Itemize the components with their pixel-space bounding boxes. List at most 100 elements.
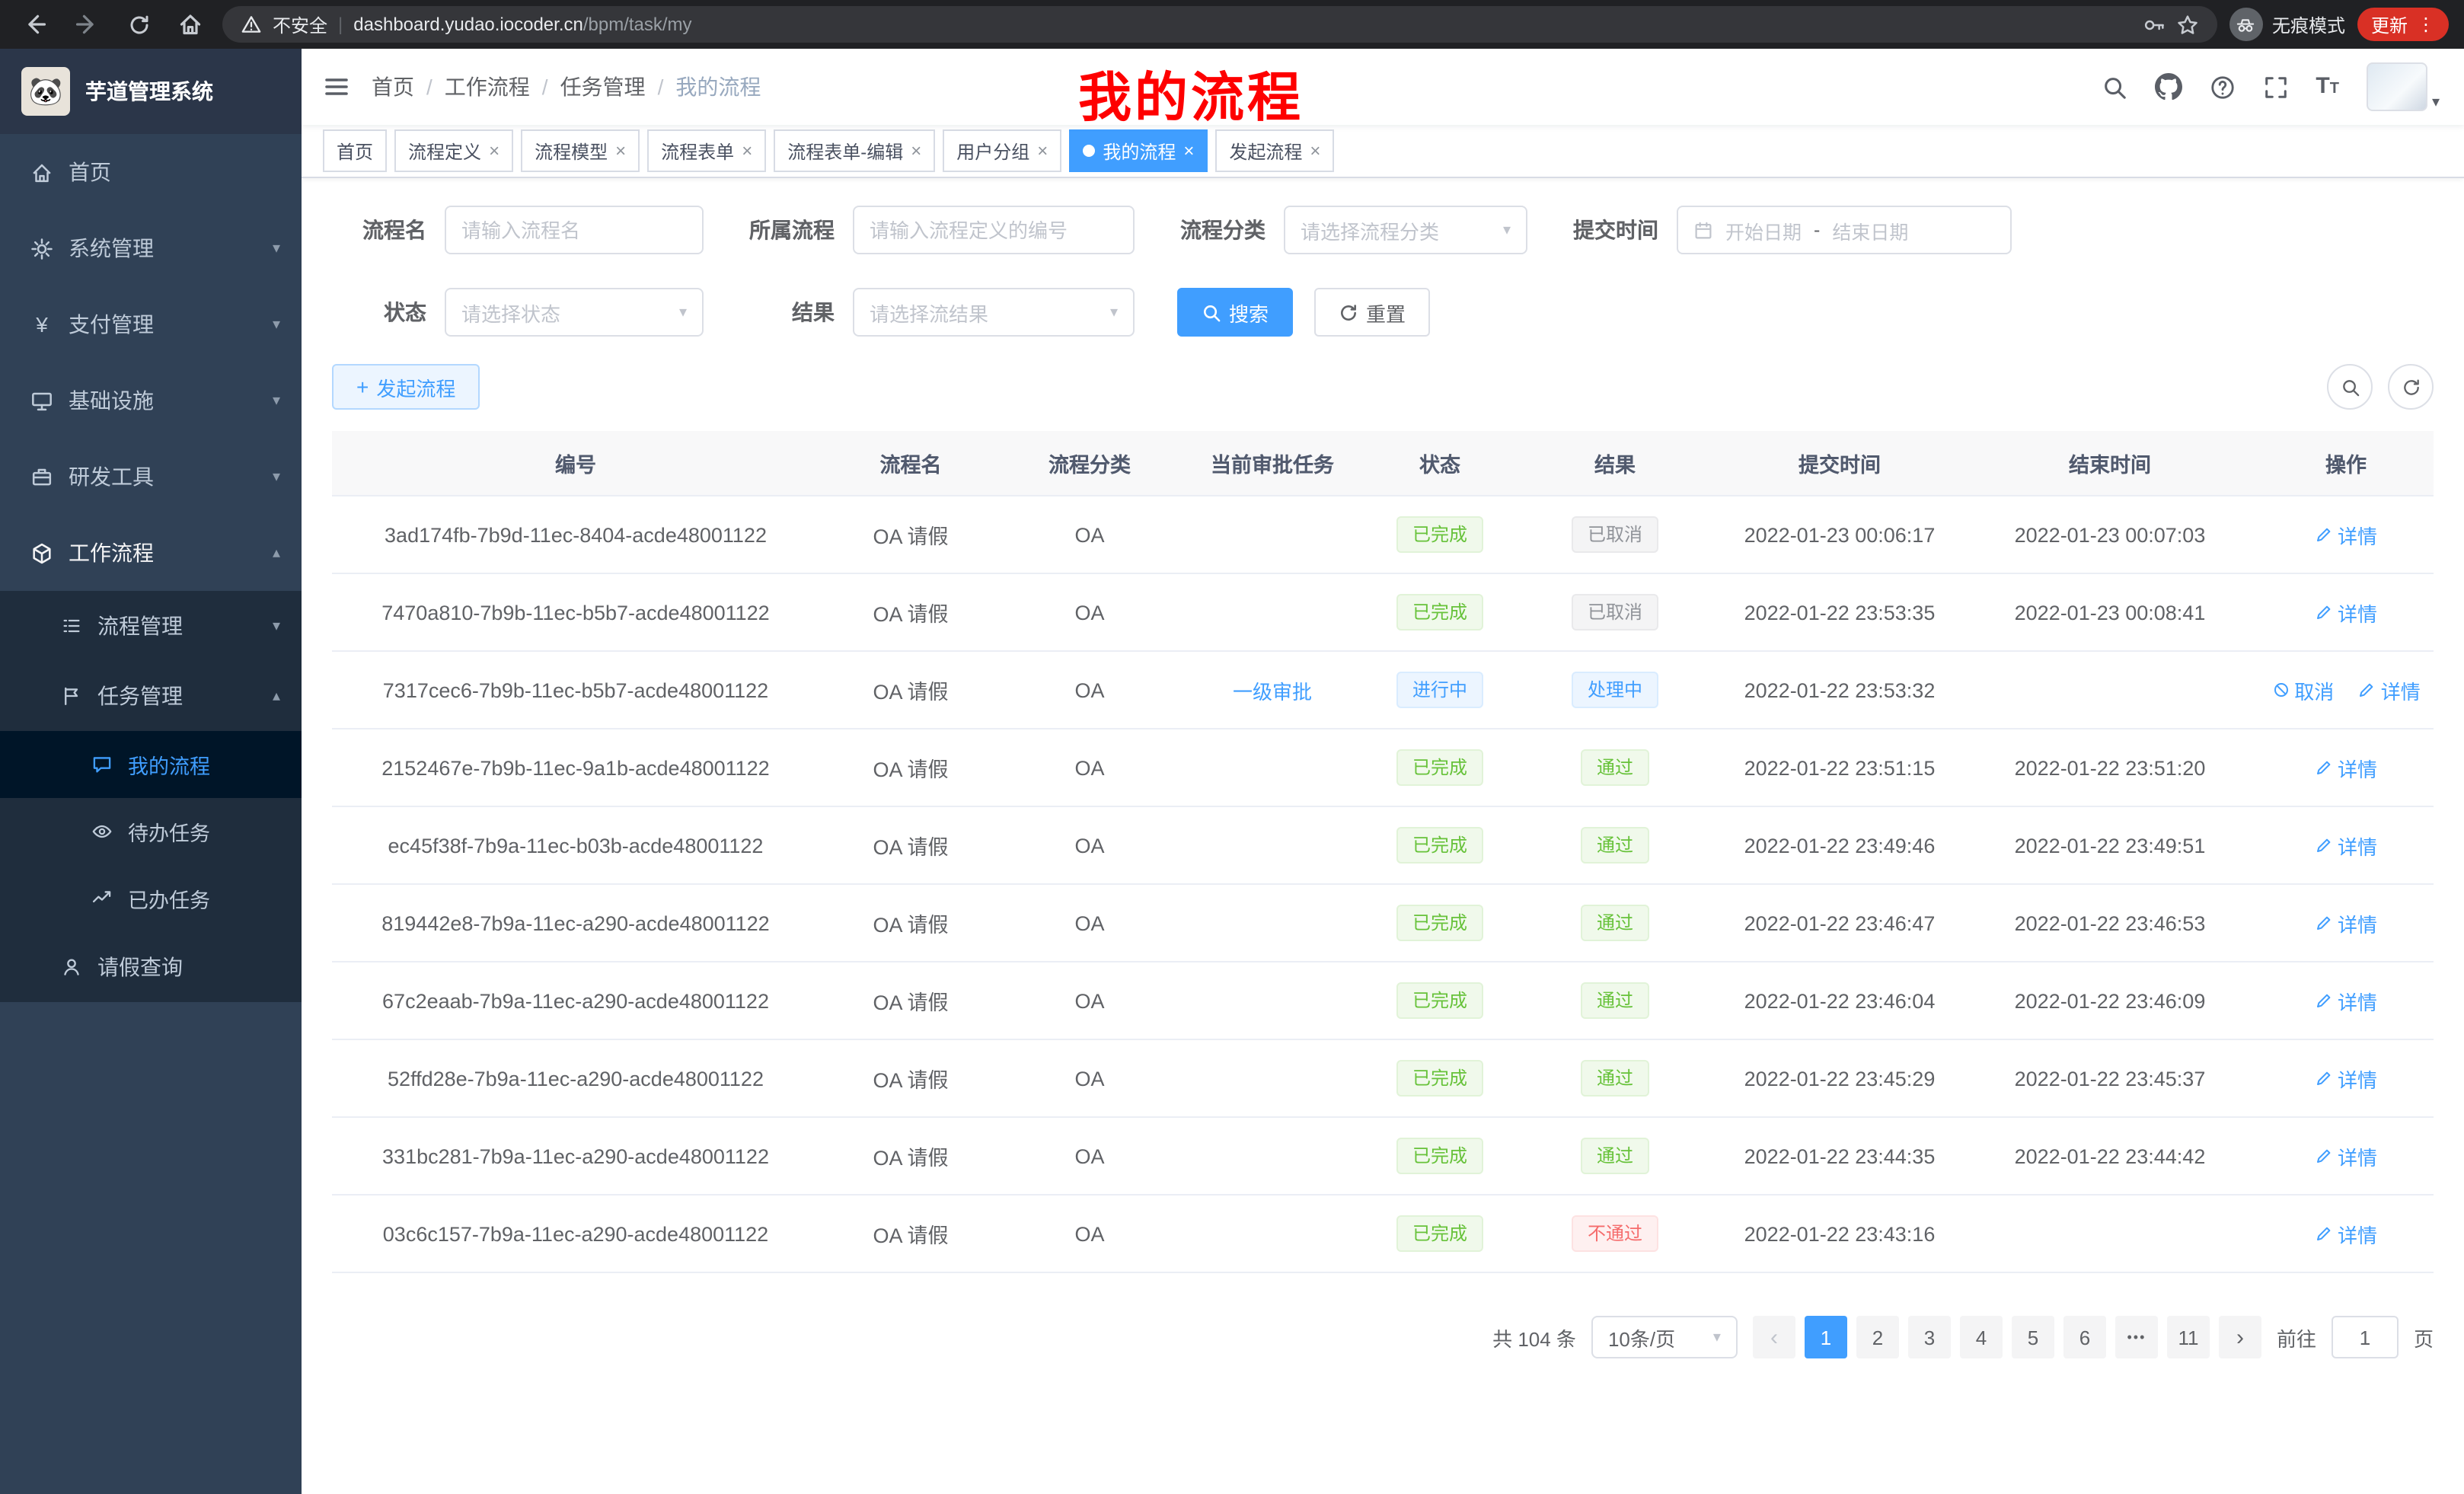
font-size-icon[interactable]: TT [2316, 73, 2339, 101]
page-button[interactable]: 6 [2063, 1316, 2106, 1358]
table-row: 7317cec6-7b9b-11ec-b5b7-acde48001122 OA … [332, 651, 2434, 729]
sidebar-item-leave-query[interactable]: 请假查询 [0, 932, 302, 1002]
tab-process-form-edit[interactable]: 流程表单-编辑× [774, 129, 935, 172]
toggle-search-button[interactable] [2327, 364, 2373, 410]
forward-icon[interactable] [67, 5, 107, 44]
detail-link[interactable]: 详情 [2315, 1219, 2377, 1248]
page-size-select[interactable]: 10条/页 ▾ [1591, 1316, 1738, 1358]
category-label: 流程分类 [1177, 215, 1266, 245]
sidebar-item-task-mgmt[interactable]: 任务管理 ▴ [0, 661, 302, 731]
status-badge: 已完成 [1397, 1215, 1483, 1252]
status-select[interactable]: 请选择状态 ▾ [445, 288, 704, 337]
current-task-link[interactable]: 一级审批 [1233, 675, 1312, 704]
page-button[interactable]: 5 [2012, 1316, 2054, 1358]
chevron-down-icon: ▾ [273, 392, 280, 409]
page-button[interactable]: 11 [2167, 1316, 2210, 1358]
search-button[interactable]: 搜索 [1177, 288, 1293, 337]
tab-close-icon[interactable]: × [1183, 142, 1194, 160]
result-select[interactable]: 请选择流结果 ▾ [853, 288, 1135, 337]
cell-end-time [1961, 651, 2258, 729]
cell-submit-time: 2022-01-22 23:53:32 [1718, 651, 1961, 729]
prev-page-button[interactable]: ‹ [1753, 1316, 1795, 1358]
tab-close-icon[interactable]: × [742, 142, 752, 160]
help-icon[interactable] [2209, 74, 2235, 100]
next-page-button[interactable]: › [2219, 1316, 2261, 1358]
sidebar-item-payment[interactable]: ¥ 支付管理 ▾ [0, 286, 302, 362]
detail-link[interactable]: 详情 [2315, 908, 2377, 937]
user-menu[interactable]: ▾ [2367, 62, 2440, 111]
detail-link[interactable]: 详情 [2315, 831, 2377, 860]
sidebar-item-done-tasks[interactable]: 已办任务 [0, 865, 302, 932]
eye-icon [91, 821, 113, 842]
tab-close-icon[interactable]: × [911, 142, 921, 160]
github-icon[interactable] [2154, 73, 2182, 101]
detail-link[interactable]: 详情 [2315, 1064, 2377, 1093]
page-button[interactable]: 3 [1908, 1316, 1951, 1358]
app-logo: 🐼 芋道管理系统 [0, 49, 302, 134]
back-icon[interactable] [15, 5, 55, 44]
fullscreen-icon[interactable] [2262, 74, 2288, 100]
tab-close-icon[interactable]: × [615, 142, 626, 160]
sidebar-item-todo-tasks[interactable]: 待办任务 [0, 798, 302, 865]
goto-page-input[interactable] [2332, 1316, 2399, 1358]
sidebar-item-system[interactable]: 系统管理 ▾ [0, 210, 302, 286]
tab-process-model[interactable]: 流程模型× [521, 129, 640, 172]
breadcrumb-current: 我的流程 [675, 72, 761, 102]
page-button[interactable]: 2 [1856, 1316, 1899, 1358]
tab-home[interactable]: 首页 [323, 129, 387, 172]
tab-close-icon[interactable]: × [489, 142, 500, 160]
process-name-input[interactable] [445, 206, 704, 254]
breadcrumb-home[interactable]: 首页 [372, 72, 414, 102]
breadcrumb-workflow[interactable]: 工作流程 [445, 72, 530, 102]
tab-process-form[interactable]: 流程表单× [647, 129, 766, 172]
avatar[interactable] [2367, 62, 2427, 111]
table-row: ec45f38f-7b9a-11ec-b03b-acde48001122 OA … [332, 806, 2434, 884]
process-def-input[interactable] [853, 206, 1135, 254]
chevron-up-icon: ▴ [273, 688, 280, 704]
detail-link[interactable]: 详情 [2315, 1141, 2377, 1170]
header-current-task: 当前审批任务 [1177, 431, 1368, 496]
start-process-button[interactable]: + 发起流程 [332, 364, 480, 410]
page-button[interactable]: 1 [1805, 1316, 1847, 1358]
detail-link[interactable]: 详情 [2315, 986, 2377, 1015]
detail-link[interactable]: 详情 [2315, 598, 2377, 627]
header-id: 编号 [332, 431, 819, 496]
breadcrumb-task-mgmt[interactable]: 任务管理 [560, 72, 646, 102]
page-button[interactable]: 4 [1960, 1316, 2003, 1358]
sidebar-item-home[interactable]: 首页 [0, 134, 302, 210]
cell-id: ec45f38f-7b9a-11ec-b03b-acde48001122 [332, 806, 819, 884]
home-icon[interactable] [171, 5, 210, 44]
key-icon[interactable] [2143, 13, 2166, 36]
reset-button[interactable]: 重置 [1314, 288, 1430, 337]
search-icon[interactable] [2101, 74, 2127, 100]
tab-close-icon[interactable]: × [1310, 142, 1320, 160]
tab-process-definition[interactable]: 流程定义× [394, 129, 513, 172]
tab-start-process[interactable]: 发起流程× [1215, 129, 1334, 172]
header-name: 流程名 [819, 431, 1002, 496]
detail-link[interactable]: 详情 [2315, 753, 2377, 782]
more-pages-button[interactable]: ••• [2115, 1316, 2158, 1358]
sidebar-item-workflow[interactable]: 工作流程 ▴ [0, 515, 302, 591]
sidebar-item-process-mgmt[interactable]: 流程管理 ▾ [0, 591, 302, 661]
header-actions: 操作 [2258, 431, 2434, 496]
chrome-menu-icon[interactable]: ⋮ [2417, 14, 2435, 35]
submit-time-range-picker[interactable]: 开始日期 - 结束日期 [1677, 206, 2012, 254]
category-select[interactable]: 请选择流程分类 ▾ [1284, 206, 1527, 254]
detail-link[interactable]: 详情 [2315, 520, 2377, 549]
tab-close-icon[interactable]: × [1037, 142, 1048, 160]
sidebar-item-my-process[interactable]: 我的流程 [0, 731, 302, 798]
address-bar[interactable]: 不安全 | dashboard.yudao.iocoder.cn/bpm/tas… [222, 6, 2217, 43]
bookmark-star-icon[interactable] [2176, 13, 2199, 36]
tab-my-process[interactable]: 我的流程× [1069, 129, 1208, 172]
cell-id: 7317cec6-7b9b-11ec-b5b7-acde48001122 [332, 651, 819, 729]
sidebar-item-infra[interactable]: 基础设施 ▾ [0, 362, 302, 439]
refresh-button[interactable] [2388, 364, 2434, 410]
reload-icon[interactable] [119, 5, 158, 44]
tab-user-group[interactable]: 用户分组× [943, 129, 1061, 172]
cancel-link[interactable]: 取消 [2271, 675, 2334, 704]
sidebar-item-devtools[interactable]: 研发工具 ▾ [0, 439, 302, 515]
hamburger-icon[interactable] [302, 73, 372, 101]
chrome-update-button[interactable]: 更新 ⋮ [2357, 8, 2449, 41]
cell-name: OA 请假 [819, 1117, 1002, 1195]
detail-link[interactable]: 详情 [2358, 675, 2421, 704]
